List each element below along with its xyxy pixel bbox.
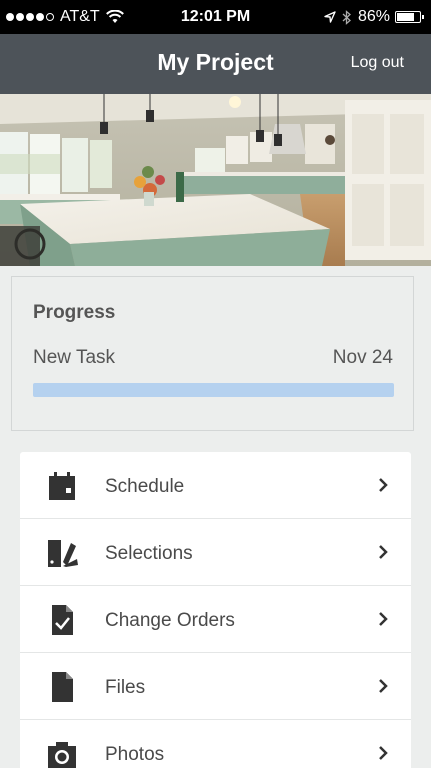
- progress-bar-fill: [33, 383, 394, 397]
- calendar-icon: [49, 472, 75, 500]
- menu-item-label: Photos: [105, 744, 165, 765]
- camera-icon: [48, 742, 76, 768]
- menu-item-label: Schedule: [105, 476, 185, 497]
- progress-task-name: New Task: [33, 347, 116, 368]
- menu-item-label: Files: [105, 677, 146, 698]
- menu-item-photos[interactable]: Photos: [20, 720, 411, 768]
- battery-icon: [395, 11, 424, 23]
- progress-bar: [33, 383, 394, 397]
- menu-item-change-orders[interactable]: Change Orders: [20, 586, 411, 653]
- progress-card: Progress New Task Nov 24: [11, 276, 414, 431]
- menu-item-files[interactable]: Files: [20, 653, 411, 720]
- menu-item-label: Selections: [105, 543, 193, 564]
- document-check-icon: [52, 605, 73, 635]
- project-menu: Schedule Selections Change Orders Files …: [20, 452, 411, 768]
- logout-button[interactable]: Log out: [351, 54, 404, 72]
- location-arrow-icon: [324, 11, 336, 23]
- project-cover-photo: [0, 94, 431, 266]
- status-right: 86%: [324, 8, 424, 26]
- progress-task-date: Nov 24: [332, 347, 393, 368]
- swatch-icon: [48, 540, 78, 567]
- status-bar: AT&T 12:01 PM 86%: [0, 0, 431, 34]
- menu-item-label: Change Orders: [105, 610, 235, 631]
- file-icon: [52, 672, 73, 702]
- menu-item-selections[interactable]: Selections: [20, 519, 411, 586]
- chevron-right-icon: [379, 612, 388, 626]
- progress-heading: Progress: [33, 302, 116, 323]
- chevron-right-icon: [379, 478, 388, 492]
- menu-item-schedule[interactable]: Schedule: [20, 452, 411, 519]
- chevron-right-icon: [379, 746, 388, 760]
- bluetooth-icon: [342, 9, 351, 25]
- chevron-right-icon: [379, 679, 388, 693]
- battery-percent: 86%: [357, 8, 390, 25]
- chevron-right-icon: [379, 545, 388, 559]
- nav-bar: My Project Log out: [0, 34, 431, 94]
